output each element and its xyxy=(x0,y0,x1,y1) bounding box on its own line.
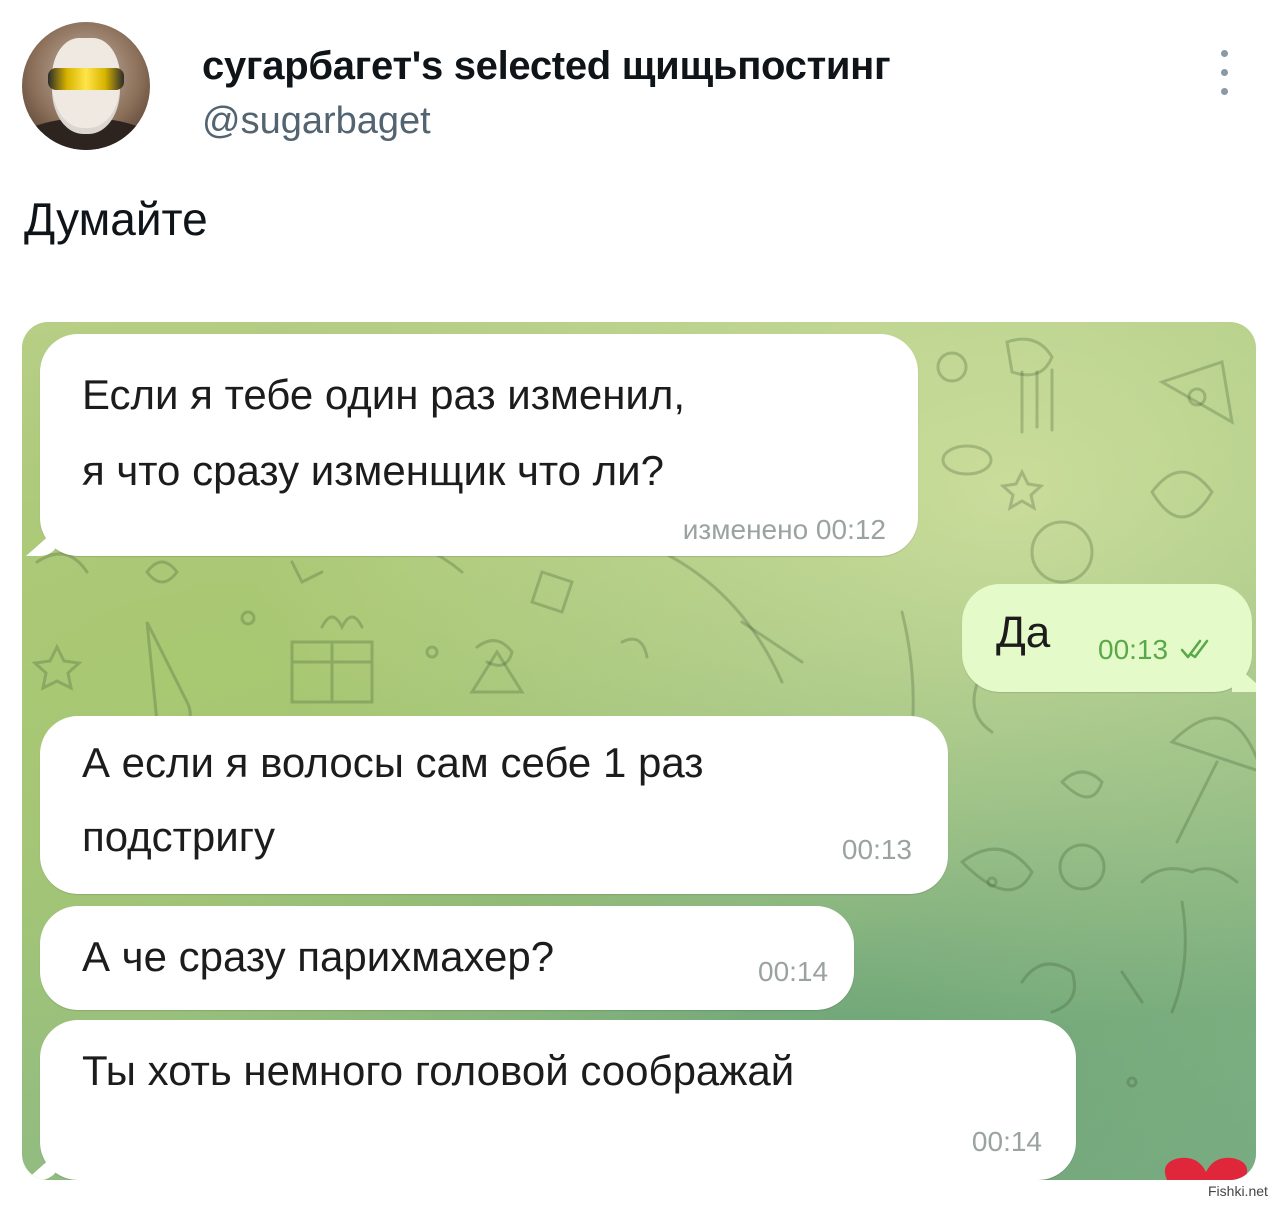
watermark: Fishki.net xyxy=(1208,1183,1268,1199)
message-text: я что сразу изменщик что ли? xyxy=(82,447,664,494)
chat-screenshot: Если я тебе один раз изменил, я что сраз… xyxy=(22,322,1256,1180)
message-text: А если я волосы сам себе 1 раз xyxy=(82,739,704,786)
heart-icon xyxy=(1165,1157,1247,1180)
message-time: 00:14 xyxy=(971,1126,1042,1157)
message-text: Если я тебе один раз изменил, xyxy=(82,371,686,418)
message-bubble[interactable]: Если я тебе один раз изменил, я что сраз… xyxy=(26,334,918,556)
message-time: изменено 00:12 xyxy=(682,514,886,545)
post-text: Думайте xyxy=(24,193,208,245)
display-name[interactable]: сугарбагет's ѕеlесtеd щищьпостинг xyxy=(202,44,891,89)
message-bubble[interactable]: А если я волосы сам себе 1 раз подстригу… xyxy=(40,716,948,894)
double-check-icon xyxy=(1180,639,1209,659)
message-text: подстригу xyxy=(82,813,276,860)
message-text: Ты хоть немного головой соображай xyxy=(82,1047,795,1094)
message-time: 00:13 xyxy=(1098,634,1169,665)
message-bubble[interactable]: А че сразу парихмахер? 00:14 xyxy=(40,906,854,1010)
message-text: Да xyxy=(996,608,1051,657)
message-time: 00:13 xyxy=(841,834,912,865)
message-text: А че сразу парихмахер? xyxy=(82,933,555,980)
post-header: сугарбагет's ѕеlесtеd щищьпостинг @sugar… xyxy=(22,22,1258,152)
message-bubble-outgoing[interactable]: Да 00:13 xyxy=(962,584,1256,692)
more-vertical-icon[interactable] xyxy=(1212,50,1236,114)
user-handle[interactable]: @sugarbaget xyxy=(202,100,431,143)
avatar[interactable] xyxy=(22,22,150,150)
message-time: 00:14 xyxy=(758,956,829,987)
message-bubble[interactable]: Ты хоть немного головой соображай 00:14 xyxy=(26,1020,1076,1180)
avatar-glasses xyxy=(48,68,124,90)
